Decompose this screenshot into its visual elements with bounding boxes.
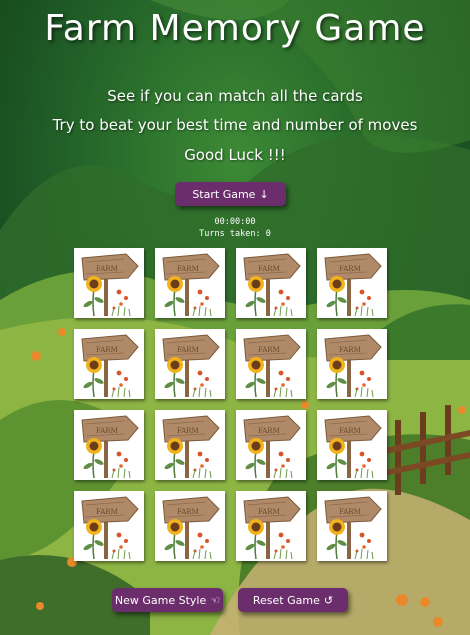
memory-card[interactable]: FARM xyxy=(74,491,144,561)
farm-sign-sunflower-image: FARM xyxy=(155,248,225,318)
svg-text:FARM: FARM xyxy=(258,265,280,273)
farm-sign-sunflower-image: FARM xyxy=(155,491,225,561)
memory-card[interactable]: FARM xyxy=(317,491,387,561)
memory-card[interactable]: FARM xyxy=(155,248,225,318)
intro-line-3: Good Luck !!! xyxy=(184,146,286,164)
memory-card[interactable]: FARM xyxy=(317,410,387,480)
memory-card[interactable]: FARM xyxy=(74,329,144,399)
farm-sign-sunflower-image: FARM xyxy=(236,410,306,480)
memory-card[interactable]: FARM xyxy=(236,248,306,318)
memory-card[interactable]: FARM xyxy=(236,491,306,561)
farm-sign-sunflower-image: FARM xyxy=(236,248,306,318)
farm-sign-sunflower-image: FARM xyxy=(74,329,144,399)
farm-sign-sunflower-image: FARM xyxy=(317,410,387,480)
farm-sign-sunflower-image: FARM xyxy=(74,410,144,480)
start-game-label: Start Game xyxy=(192,187,256,201)
new-game-style-label: New Game Style xyxy=(114,593,207,607)
svg-text:FARM: FARM xyxy=(258,508,280,516)
svg-text:FARM: FARM xyxy=(339,265,361,273)
reset-game-button[interactable]: Reset Game ↺ xyxy=(238,588,348,612)
svg-text:FARM: FARM xyxy=(339,346,361,354)
start-game-button[interactable]: Start Game ↓ xyxy=(175,182,286,206)
memory-card[interactable]: FARM xyxy=(317,248,387,318)
page-title: Farm Memory Game xyxy=(44,8,426,49)
svg-text:FARM: FARM xyxy=(258,427,280,435)
hand-pointer-icon: ☜ xyxy=(210,593,221,607)
farm-sign-sunflower-image: FARM xyxy=(317,248,387,318)
intro-line-1: See if you can match all the cards xyxy=(107,87,363,105)
svg-text:FARM: FARM xyxy=(339,508,361,516)
svg-text:FARM: FARM xyxy=(96,508,118,516)
memory-card[interactable]: FARM xyxy=(236,410,306,480)
memory-card[interactable]: FARM xyxy=(236,329,306,399)
memory-card[interactable]: FARM xyxy=(74,248,144,318)
svg-text:FARM: FARM xyxy=(177,427,199,435)
farm-sign-sunflower-image: FARM xyxy=(317,491,387,561)
farm-sign-sunflower-image: FARM xyxy=(74,491,144,561)
new-game-style-button[interactable]: New Game Style ☜ xyxy=(112,588,223,612)
svg-text:FARM: FARM xyxy=(96,427,118,435)
svg-text:FARM: FARM xyxy=(339,427,361,435)
farm-sign-sunflower-image: FARM xyxy=(74,248,144,318)
farm-sign-sunflower-image: FARM xyxy=(236,491,306,561)
reset-game-label: Reset Game xyxy=(252,593,320,607)
svg-text:FARM: FARM xyxy=(258,346,280,354)
game-container: Farm Memory Game See if you can match al… xyxy=(0,0,470,635)
arrow-down-icon: ↓ xyxy=(259,187,269,201)
memory-card[interactable]: FARM xyxy=(317,329,387,399)
memory-card[interactable]: FARM xyxy=(74,410,144,480)
timer-display: 00:00:00 xyxy=(214,217,256,227)
svg-text:FARM: FARM xyxy=(177,265,199,273)
svg-text:FARM: FARM xyxy=(96,265,118,273)
memory-card[interactable]: FARM xyxy=(155,329,225,399)
memory-card[interactable]: FARM xyxy=(155,410,225,480)
undo-icon: ↺ xyxy=(323,593,334,607)
svg-text:FARM: FARM xyxy=(177,508,199,516)
turns-counter: Turns taken: 0 xyxy=(199,229,271,239)
svg-text:FARM: FARM xyxy=(96,346,118,354)
svg-text:FARM: FARM xyxy=(177,346,199,354)
farm-sign-sunflower-image: FARM xyxy=(236,329,306,399)
memory-card[interactable]: FARM xyxy=(155,491,225,561)
farm-sign-sunflower-image: FARM xyxy=(317,329,387,399)
farm-sign-sunflower-image: FARM xyxy=(155,410,225,480)
intro-line-2: Try to beat your best time and number of… xyxy=(52,116,418,134)
farm-sign-sunflower-image: FARM xyxy=(155,329,225,399)
card-grid: FARM FARM FARM FARM FARM FARM FARM FARM … xyxy=(74,248,392,568)
